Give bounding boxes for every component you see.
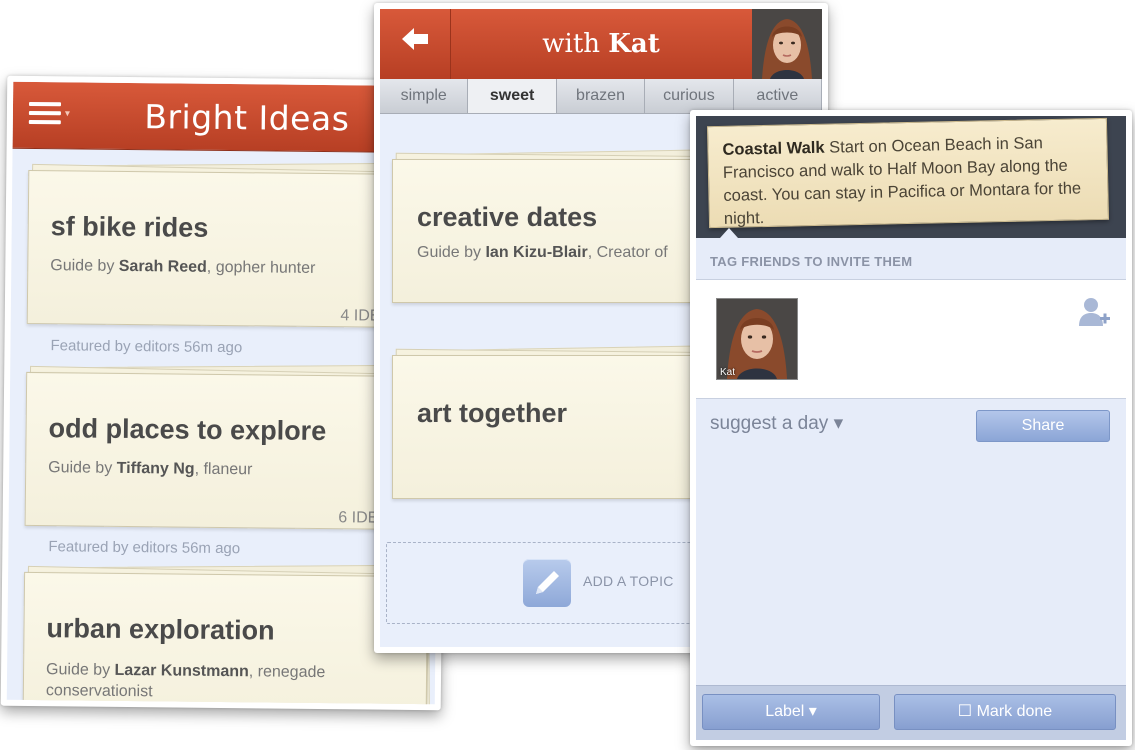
tab-sweet[interactable]: sweet (468, 79, 557, 113)
tab-brazen[interactable]: brazen (556, 79, 646, 113)
friend-avatar[interactable]: Kat (716, 298, 798, 380)
share-button[interactable]: Share (976, 410, 1110, 442)
guide-title: urban exploration (46, 613, 275, 646)
back-arrow-icon (400, 21, 430, 63)
topic-author[interactable]: Ian Kizu-Blair (485, 244, 587, 261)
add-topic-label: ADD A TOPIC (583, 573, 674, 589)
guide-byline: Guide by Lazar Kunstmann, renegade conse… (45, 661, 326, 701)
guide-byline: Guide by Sarah Reed, gopher hunter (50, 257, 316, 277)
tag-friends-label: TAG FRIENDS TO INVITE THEM (710, 254, 913, 269)
idea-note: Coastal Walk Start on Ocean Beach in San… (706, 117, 1110, 229)
topic-byline: Guide by Ian Kizu-Blair, Creator of (417, 244, 668, 261)
bottom-toolbar: Label ▾ ☐ Mark done (696, 685, 1126, 740)
avatar[interactable] (752, 9, 822, 79)
add-person-icon[interactable] (1076, 294, 1112, 330)
guide-author[interactable]: Lazar Kunstmann (114, 662, 248, 680)
header-bar: with Kat (380, 9, 822, 79)
mark-done-button[interactable]: ☐ Mark done (894, 694, 1116, 730)
featured-note: Featured by editors 56m ago (48, 538, 241, 558)
friend-name: Kat (720, 367, 736, 378)
suggest-day-dropdown[interactable]: suggest a day ▾ (710, 412, 843, 435)
tagged-friends-box[interactable]: Kat (696, 279, 1126, 399)
tab-simple[interactable]: simple (380, 79, 469, 113)
tab-curious[interactable]: curious (645, 79, 734, 113)
pencil-icon (523, 559, 571, 607)
guide-title: sf bike rides (50, 211, 209, 243)
guide-author[interactable]: Tiffany Ng (117, 460, 195, 478)
guide-title: odd places to explore (48, 413, 327, 447)
page-title: with Kat (542, 29, 660, 59)
tab-bar: simple sweet brazen curious active (380, 79, 822, 114)
idea-header: Coastal Walk Start on Ocean Beach in San… (696, 116, 1126, 238)
idea-title: Coastal Walk (722, 138, 825, 159)
featured-note: Featured by editors 56m ago (50, 337, 243, 357)
tab-active[interactable]: active (733, 79, 822, 113)
guide-author[interactable]: Sarah Reed (119, 258, 207, 276)
topic-title: creative dates (417, 202, 598, 232)
back-button[interactable] (380, 9, 451, 79)
idea-detail-content: Coastal Walk Start on Ocean Beach in San… (696, 116, 1126, 740)
guide-byline: Guide by Tiffany Ng, flaneur (48, 459, 253, 479)
idea-detail-screen: Coastal Walk Start on Ocean Beach in San… (690, 110, 1132, 746)
topic-title: art together (417, 398, 568, 428)
label-button[interactable]: Label ▾ (702, 694, 880, 730)
